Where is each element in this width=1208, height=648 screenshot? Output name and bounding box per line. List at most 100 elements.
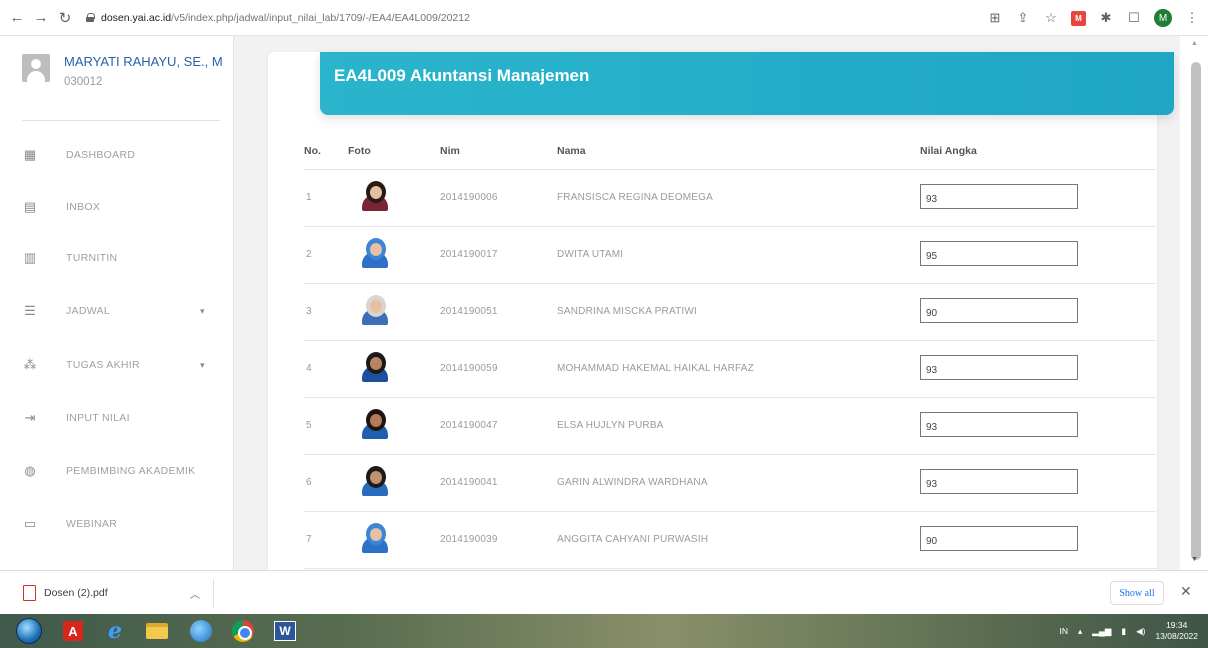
download-item[interactable]: Dosen (2).pdf ︿ [14, 579, 214, 607]
address-bar[interactable]: dosen.yai.ac.id/v5/index.php/jadwal/inpu… [86, 12, 470, 24]
table-row: 2 2014190017 DWITA UTAMI [304, 227, 1156, 284]
reload-icon[interactable]: ↻ [54, 7, 76, 29]
translate-icon[interactable]: ⊞ [987, 10, 1003, 26]
row-nim: 2014190059 [440, 363, 498, 374]
student-photo [362, 408, 388, 439]
url-host: dosen.yai.ac.id [101, 11, 172, 24]
score-input[interactable] [920, 355, 1078, 380]
row-nim: 2014190017 [440, 249, 498, 260]
sidebar-item-webinar[interactable]: ▭ WEBINAR [22, 512, 222, 536]
download-file-name: Dosen (2).pdf [44, 587, 108, 599]
share-icon[interactable]: ⇪ [1015, 10, 1031, 26]
student-photo [362, 180, 388, 211]
browser-toolbar: ← → ↻ dosen.yai.ac.id/v5/index.php/jadwa… [0, 0, 1208, 36]
schedule-icon: ☰ [24, 303, 36, 318]
header-no: No. [304, 145, 321, 157]
row-no: 2 [306, 249, 312, 260]
scroll-thumb[interactable] [1191, 62, 1201, 560]
show-hidden-icons-icon[interactable]: ▴ [1078, 626, 1082, 637]
battery-icon[interactable]: ▮ [1121, 626, 1126, 637]
file-explorer-app[interactable] [142, 617, 172, 645]
acrobat-app[interactable]: A [58, 617, 88, 645]
chevron-down-icon: ▾ [200, 305, 205, 316]
extension-icon[interactable]: M [1071, 10, 1086, 26]
chrome-icon [232, 620, 254, 642]
row-nama: DWITA UTAMI [557, 249, 624, 260]
sidebar-item-label: PEMBIMBING AKADEMIK [66, 465, 196, 477]
internet-explorer-app[interactable]: e [100, 617, 130, 645]
signal-icon[interactable]: ▂▄▆ [1092, 626, 1111, 637]
sidebar-item-jadwal[interactable]: ☰ JADWAL ▾ [22, 299, 222, 323]
sidebar-item-inbox[interactable]: ▤ INBOX [22, 195, 222, 219]
side-panel-icon[interactable]: ☐ [1126, 10, 1142, 26]
score-input[interactable] [920, 469, 1078, 494]
media-player-icon [190, 620, 212, 642]
header-nim: Nim [440, 145, 460, 157]
sidebar-item-label: DASHBOARD [66, 149, 136, 161]
student-photo [362, 351, 388, 382]
bookmark-star-icon[interactable]: ☆ [1043, 10, 1059, 26]
score-input[interactable] [920, 526, 1078, 551]
sidebar-item-label: INPUT NILAI [66, 412, 130, 424]
start-button[interactable] [14, 617, 44, 645]
header-foto: Foto [348, 145, 371, 157]
table-row: 3 2014190051 SANDRINA MISCKA PRATIWI [304, 284, 1156, 341]
sidebar-item-input-nilai[interactable]: ⇥ INPUT NILAI [22, 406, 222, 430]
table-row: 4 2014190059 MOHAMMAD HAKEMAL HAIKAL HAR… [304, 341, 1156, 398]
media-player-app[interactable] [186, 617, 216, 645]
student-photo [362, 237, 388, 268]
table-header: No. Foto Nim Nama Nilai Angka [304, 134, 1156, 170]
card-header: EA4L009 Akuntansi Manajemen [320, 52, 1174, 115]
system-tray: IN ▴ ▂▄▆ ▮ ◀) 19:34 13/08/2022 [1060, 614, 1199, 648]
score-input[interactable] [920, 184, 1078, 209]
pdf-file-icon [22, 585, 36, 601]
row-no: 4 [306, 363, 312, 374]
extensions-puzzle-icon[interactable]: ✱ [1098, 10, 1114, 26]
word-icon: W [274, 621, 296, 641]
turnitin-icon: ▥ [23, 250, 37, 265]
student-photo [362, 522, 388, 553]
clock[interactable]: 19:34 13/08/2022 [1155, 620, 1198, 642]
scroll-down-icon[interactable]: ▼ [1191, 556, 1198, 563]
table-row: 1 2014190006 FRANSISCA REGINA DEOMEGA [304, 170, 1156, 227]
avatar [22, 54, 50, 82]
row-nama: MOHAMMAD HAKEMAL HAIKAL HARFAZ [557, 363, 754, 374]
chrome-app[interactable] [228, 617, 258, 645]
header-nama: Nama [557, 145, 586, 157]
page-scrollbar[interactable]: ▲ ▼ [1180, 36, 1208, 570]
row-no: 5 [306, 420, 312, 431]
row-nim: 2014190041 [440, 477, 498, 488]
show-all-button[interactable]: Show all [1110, 581, 1164, 605]
back-icon[interactable]: ← [6, 7, 28, 29]
row-no: 3 [306, 306, 312, 317]
sidebar-item-pembimbing-akademik[interactable]: ◍ PEMBIMBING AKADEMIK [22, 459, 222, 483]
chevron-up-icon[interactable]: ︿ [190, 586, 200, 601]
table-row: 5 2014190047 ELSA HUJLYN PURBA [304, 398, 1156, 455]
grade-card: EA4L009 Akuntansi Manajemen No. Foto Nim… [268, 52, 1174, 570]
table-row: 6 2014190041 GARIN ALWINDRA WARDHANA [304, 455, 1156, 512]
main-content: EA4L009 Akuntansi Manajemen No. Foto Nim… [235, 36, 1180, 570]
score-input[interactable] [920, 241, 1078, 266]
forward-icon[interactable]: → [30, 7, 52, 29]
header-nilai: Nilai Angka [920, 145, 977, 157]
clock-time: 19:34 [1166, 620, 1188, 630]
dashboard-icon: ▦ [23, 147, 37, 162]
volume-icon[interactable]: ◀) [1136, 626, 1145, 637]
row-nama: SANDRINA MISCKA PRATIWI [557, 306, 697, 317]
language-indicator[interactable]: IN [1060, 626, 1069, 636]
student-photo [362, 465, 388, 496]
score-input[interactable] [920, 412, 1078, 437]
user-name[interactable]: MARYATI RAHAYU, SE., M [64, 54, 223, 69]
sidebar-item-tugas-akhir[interactable]: ⁂ TUGAS AKHIR ▾ [22, 353, 222, 377]
score-input[interactable] [920, 298, 1078, 323]
acrobat-icon: A [63, 621, 83, 641]
sidebar-item-turnitin[interactable]: ▥ TURNITIN [22, 246, 222, 270]
scroll-track[interactable] [1187, 44, 1201, 562]
close-icon[interactable]: ✕ [1180, 583, 1192, 600]
menu-kebab-icon[interactable]: ⋮ [1184, 10, 1200, 26]
row-nim: 2014190006 [440, 192, 498, 203]
word-app[interactable]: W [270, 617, 300, 645]
sidebar-item-dashboard[interactable]: ▦ DASHBOARD [22, 143, 222, 167]
row-no: 7 [306, 534, 312, 545]
profile-avatar[interactable]: M [1154, 9, 1172, 27]
